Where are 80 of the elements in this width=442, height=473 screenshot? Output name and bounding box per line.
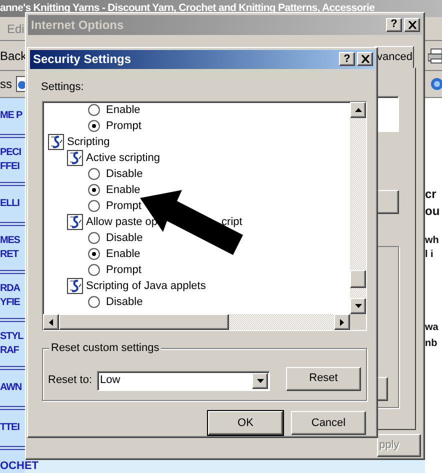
nav-link[interactable]: MES [0,234,25,248]
script-icon [67,214,83,230]
scroll-down-button[interactable] [350,298,366,314]
setting-label: cript [222,214,242,230]
radio-button[interactable] [88,248,100,260]
category-label: Scripting [67,134,110,150]
nav-link[interactable]: STYL [0,330,25,344]
page-text: wa [425,321,440,335]
radio-button[interactable] [88,120,100,132]
radio-button[interactable] [88,104,100,116]
scroll-right-button[interactable] [334,314,350,330]
left-arrow-icon [49,318,53,326]
browser-icon[interactable] [430,77,442,91]
ok-button[interactable]: OK [208,411,283,435]
group-label: Reset custom settings [49,341,162,356]
script-icon [67,150,83,166]
radio-button[interactable] [88,200,100,212]
page-text: cr [425,186,438,203]
nav-link[interactable]: TTEI [0,421,25,435]
radio-button[interactable] [88,264,100,276]
reset-level-dropdown[interactable]: Low [97,370,270,391]
caret-icon [256,378,264,383]
page-text: ou [425,203,441,220]
radio-button[interactable] [88,184,100,196]
help-button[interactable]: ? [339,52,355,66]
scroll-thumb[interactable] [59,314,229,330]
radio-label[interactable]: Prompt [106,118,142,134]
vertical-scrollbar[interactable] [350,102,366,314]
field-label: Settings: [41,80,84,94]
page-text: wh [425,234,440,248]
radio-button[interactable] [88,232,100,244]
close-icon [360,55,370,64]
help-button[interactable]: ? [386,18,402,32]
radio-label[interactable]: Enable [106,182,140,198]
close-icon [408,20,416,29]
radio-label[interactable]: Disable [106,166,143,182]
page-text: l i [425,248,434,262]
radio-label[interactable]: Enable [106,246,140,262]
nav-link[interactable]: OCHET [0,460,38,473]
address-label: ss [0,76,12,93]
settings-tab[interactable]: vanced [374,46,414,68]
right-arrow-icon [340,318,344,326]
page-text: nb [425,337,438,351]
up-arrow-icon [354,108,362,112]
script-icon [48,134,64,150]
close-button[interactable] [357,52,373,66]
reset-button[interactable]: Reset [286,366,361,391]
nav-link[interactable]: PECI [0,146,25,160]
radio-label[interactable]: Disable [106,294,143,310]
dialog-title: Security Settings [32,51,132,68]
radio-button[interactable] [88,296,100,308]
setting-label: Scripting of Java applets [86,278,206,294]
back-button[interactable]: Back [0,46,27,64]
scroll-thumb[interactable] [350,270,366,288]
close-button[interactable] [404,18,420,32]
field-label: Reset to: [48,373,92,388]
window-title: anne's Knitting Yarns - Discount Yarn, Crochet and Knitting Patterns, Accessorie [0,1,375,16]
radio-button[interactable] [88,168,100,180]
nav-link[interactable]: YFIE [0,296,25,310]
nav-link[interactable]: RDA [0,282,25,296]
radio-label[interactable]: Prompt [106,262,142,278]
scroll-left-button[interactable] [43,314,59,330]
scrollbar-corner [350,314,366,330]
nav-link[interactable]: ME P [0,109,25,123]
radio-label[interactable]: Disable [106,230,143,246]
nav-link[interactable]: AWN [0,381,25,395]
nav-link[interactable]: ELLI [0,197,25,211]
nav-link[interactable]: RET [0,248,25,262]
dialog-title: Internet Options [30,16,124,34]
down-arrow-icon [354,304,362,308]
setting-label: Active scripting [86,150,160,166]
radio-label[interactable]: Prompt [106,198,142,214]
script-icon [67,278,83,294]
cancel-button[interactable]: Cancel [291,411,366,435]
horizontal-scrollbar[interactable] [43,314,350,330]
radio-label[interactable]: Enable [106,102,140,118]
nav-link[interactable]: RAF [0,344,25,358]
nav-link[interactable]: FFEI [0,160,25,174]
scroll-up-button[interactable] [350,102,366,118]
printer-icon[interactable] [428,48,442,64]
